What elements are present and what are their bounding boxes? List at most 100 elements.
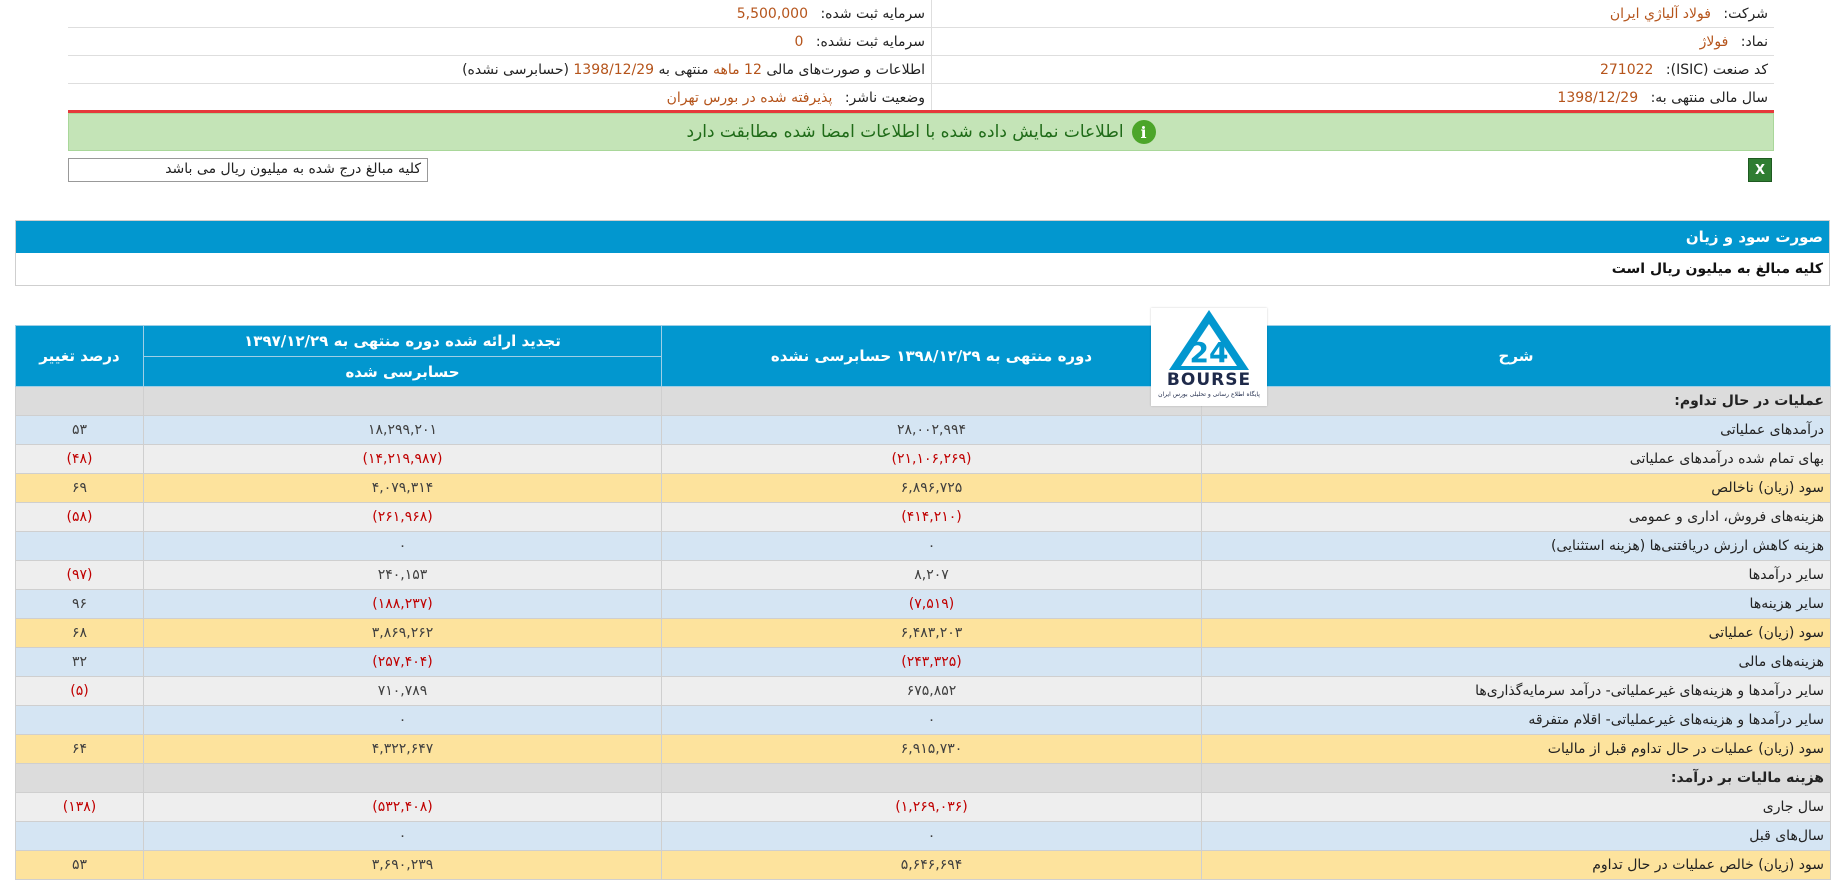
row-previous-value: ۰ <box>143 705 662 735</box>
row-current-value: (۲۴۳,۳۲۵) <box>661 647 1202 677</box>
row-previous-value-text: ۱۸,۲۹۹,۲۰۱ <box>367 422 438 438</box>
unregistered-capital-label: سرمایه ثبت نشده: <box>815 33 925 50</box>
report-period: 12 ماهه <box>712 61 762 78</box>
row-current-value-text: (۷,۵۱۹) <box>908 596 955 612</box>
row-previous-value: ۱۸,۲۹۹,۲۰۱ <box>143 415 662 445</box>
report-status: (حسابرسی نشده) <box>462 61 569 78</box>
row-current-value-text: (۲۴۳,۳۲۵) <box>901 654 962 670</box>
row-description-text: سایر هزینه‌ها <box>1749 596 1824 612</box>
row-previous-value-text: ۲۴۰,۱۵۳ <box>377 567 428 583</box>
unregistered-capital-value: 0 <box>794 33 804 50</box>
row-description-text: سال‌های قبل <box>1749 828 1824 844</box>
row-current-value <box>661 763 1202 793</box>
table-row: سود (زیان) ناخالص ۶,۸۹۶,۷۲۵ ۴,۰۷۹,۳۱۴ ۶۹ <box>15 473 1831 503</box>
report-prefix: اطلاعات و صورت‌های مالی <box>766 61 925 78</box>
row-current-value-text: ۰ <box>927 538 936 554</box>
company-cell: شرکت: فولاد آلياژي ايران <box>931 0 1774 28</box>
row-description-text: هزینه مالیات بر درآمد: <box>1670 770 1824 786</box>
section-title: صورت سود و زیان <box>16 221 1829 253</box>
row-previous-value: ۳,۸۶۹,۲۶۲ <box>143 618 662 648</box>
row-previous-value: ۲۴۰,۱۵۳ <box>143 560 662 590</box>
row-change-percent-text: ۵۳ <box>71 422 88 438</box>
isic-value: 271022 <box>1599 61 1654 78</box>
row-description: سایر درآمدها و هزینه‌های غیرعملیاتی- اقل… <box>1201 705 1831 735</box>
row-description: سال جاری <box>1201 792 1831 822</box>
info-row: شرکت: فولاد آلياژي ايران سرمایه ثبت شده:… <box>68 0 1774 28</box>
row-current-value: ۸,۲۰۷ <box>661 560 1202 590</box>
row-change-percent-text: (۹۷) <box>66 567 93 583</box>
row-change-percent-text: ۶۸ <box>71 625 88 641</box>
symbol-value[interactable]: فولاژ <box>1700 34 1729 50</box>
row-description: درآمدهای عملیاتی <box>1201 415 1831 445</box>
table-row: سایر درآمدها و هزینه‌های غیرعملیاتی- درآ… <box>15 676 1831 706</box>
row-change-percent-text: ۳۲ <box>71 654 88 670</box>
row-current-value-text: ۰ <box>927 712 936 728</box>
row-description: سود (زیان) خالص عملیات در حال تداوم <box>1201 850 1831 880</box>
table-row: هزینه‌های مالی (۲۴۳,۳۲۵) (۲۵۷,۴۰۴) ۳۲ <box>15 647 1831 677</box>
row-change-percent: ۶۸ <box>15 618 144 648</box>
row-current-value: ۰ <box>661 531 1202 561</box>
row-change-percent <box>15 386 144 416</box>
row-previous-value: ۰ <box>143 531 662 561</box>
info-row: کد صنعت (ISIC): 271022 اطلاعات و صورت‌ها… <box>68 55 1774 84</box>
verification-banner: i اطلاعات نمایش داده شده با اطلاعات امضا… <box>68 113 1774 151</box>
row-previous-value: ۴,۰۷۹,۳۱۴ <box>143 473 662 503</box>
row-description: هزینه‌های فروش، اداری و عمومی <box>1201 502 1831 532</box>
logo-digits: 24 <box>1190 336 1229 369</box>
info-icon: i <box>1131 120 1156 144</box>
row-description-text: سایر درآمدها و هزینه‌های غیرعملیاتی- اقل… <box>1528 712 1824 728</box>
row-current-value <box>661 386 1202 416</box>
row-description: بهاى تمام شده درآمدهای عملیاتی <box>1201 444 1831 474</box>
row-change-percent <box>15 821 144 851</box>
row-change-percent: (۵) <box>15 676 144 706</box>
header-current-period: دوره منتهی به ۱۳۹۸/۱۲/۲۹ حسابرسی نشده <box>661 325 1202 387</box>
row-change-percent <box>15 705 144 735</box>
row-previous-value <box>143 763 662 793</box>
row-description: سایر هزینه‌ها <box>1201 589 1831 619</box>
row-previous-value: ۴,۳۲۲,۶۴۷ <box>143 734 662 764</box>
header-desc: شرح <box>1201 325 1831 387</box>
row-description-text: سایر درآمدها و هزینه‌های غیرعملیاتی- درآ… <box>1475 683 1824 699</box>
row-previous-value-text: (۱۸۸,۲۳۷) <box>372 596 433 612</box>
row-current-value: (۷,۵۱۹) <box>661 589 1202 619</box>
report-middle: منتهی به <box>658 61 709 78</box>
row-current-value-text: ۶,۸۹۶,۷۲۵ <box>900 480 963 496</box>
row-current-value: ۰ <box>661 705 1202 735</box>
unit-note-box: کلیه مبالغ درج شده به میلیون ریال می باش… <box>68 158 428 182</box>
income-statement-section: صورت سود و زیان کلیه مبالغ به میلیون ریا… <box>15 220 1830 286</box>
isic-label: کد صنعت (ISIC): <box>1665 61 1768 78</box>
header-previous-period: تجدید ارائه شده دوره منتهی به ۱۳۹۷/۱۲/۲۹ <box>143 325 662 357</box>
publisher-status-value: پذیرفته شده در بورس تهران <box>666 89 833 106</box>
row-change-percent <box>15 531 144 561</box>
symbol-label: نماد: <box>1740 33 1768 50</box>
row-current-value: (۱,۲۶۹,۰۳۶) <box>661 792 1202 822</box>
excel-export-icon[interactable]: X <box>1748 158 1772 182</box>
row-current-value-text: (۲۱,۱۰۶,۲۶۹) <box>891 451 972 467</box>
info-row: سال مالی منتهی به: 1398/12/29 وضعیت ناشر… <box>68 83 1774 112</box>
row-previous-value: (۱۴,۲۱۹,۹۸۷) <box>143 444 662 474</box>
verification-text: اطلاعات نمایش داده شده با اطلاعات امضا ش… <box>686 122 1124 142</box>
bourse24-logo: 24 BOURSE پایگاه اطلاع رسانی و تحلیلی بو… <box>1151 308 1267 406</box>
row-previous-value-text: (۱۴,۲۱۹,۹۸۷) <box>362 451 443 467</box>
row-description: سود (زیان) عملیات در حال تداوم قبل از ما… <box>1201 734 1831 764</box>
row-description-text: هزینه کاهش ارزش دریافتنی‌ها (هزینه استثن… <box>1550 538 1824 554</box>
row-description: سایر درآمدها <box>1201 560 1831 590</box>
publisher-status-cell: وضعیت ناشر: پذیرفته شده در بورس تهران <box>68 83 932 112</box>
publisher-status-label: وضعیت ناشر: <box>844 89 925 106</box>
row-change-percent: (۹۷) <box>15 560 144 590</box>
row-change-percent: (۴۸) <box>15 444 144 474</box>
row-description: سود (زیان) ناخالص <box>1201 473 1831 503</box>
table-header-row: شرح دوره منتهی به ۱۳۹۸/۱۲/۲۹ حسابرسی نشد… <box>15 325 1831 387</box>
row-previous-value-text: ۷۱۰,۷۸۹ <box>377 683 428 699</box>
row-current-value-text: ۲۸,۰۰۲,۹۹۴ <box>896 422 967 438</box>
row-description: سود (زیان) عملیاتی <box>1201 618 1831 648</box>
fiscal-year-cell: سال مالی منتهی به: 1398/12/29 <box>931 83 1774 112</box>
row-current-value-text: (۱,۲۶۹,۰۳۶) <box>895 799 968 815</box>
row-change-percent-text: (۴۸) <box>66 451 93 467</box>
row-description: عملیات در حال تداوم: <box>1201 386 1831 416</box>
row-current-value-text: (۴۱۴,۲۱۰) <box>901 509 962 525</box>
table-row: سال‌های قبل ۰ ۰ <box>15 821 1831 851</box>
company-value: فولاد آلياژي ايران <box>1609 5 1711 22</box>
row-description-text: سایر درآمدها <box>1748 567 1824 583</box>
company-label: شرکت: <box>1723 5 1768 22</box>
